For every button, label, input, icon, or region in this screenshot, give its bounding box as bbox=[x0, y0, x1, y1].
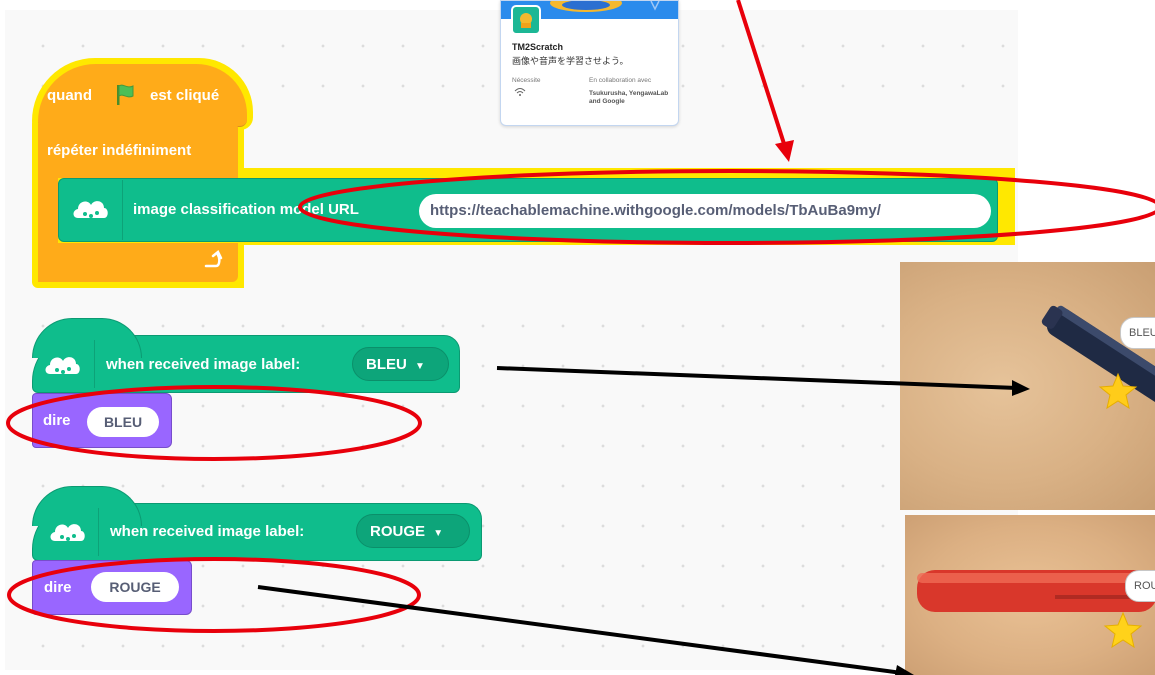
when-received-label-text-1: when received image label: bbox=[106, 356, 301, 373]
say-label-2: dire bbox=[44, 579, 72, 596]
say-input-bleu[interactable]: BLEU bbox=[87, 407, 159, 437]
hat-text-clicked: est cliqué bbox=[150, 87, 220, 104]
red-pen-image bbox=[917, 570, 1155, 649]
hat-text-when: quand bbox=[47, 87, 92, 104]
collaborators: Tsukurusha, YengawaLab and Google bbox=[589, 90, 669, 105]
label-dropdown-rouge[interactable]: ROUGE ▼ bbox=[356, 514, 470, 548]
speech-bubble-rouge: ROUGE bbox=[1125, 570, 1155, 602]
forever-label: répéter indéfiniment bbox=[47, 142, 192, 159]
dropdown-value-bleu: BLEU bbox=[366, 356, 407, 373]
label-dropdown-bleu[interactable]: BLEU ▼ bbox=[352, 347, 449, 381]
photo-blue-pen: BLEU bbox=[900, 262, 1155, 510]
classify-label: image classification model URL bbox=[133, 201, 359, 218]
dropdown-value-rouge: ROUGE bbox=[370, 523, 426, 540]
model-url-input[interactable]: https://teachablemachine.withgoogle.com/… bbox=[419, 194, 991, 228]
extension-card[interactable]: TM2Scratch 画像や音声を学習させよう。 Nécessite En co… bbox=[500, 0, 679, 126]
collaboration-label: En collaboration avec bbox=[589, 77, 652, 84]
blue-pen-image bbox=[1041, 305, 1155, 413]
chevron-down-icon: ▼ bbox=[433, 528, 444, 539]
requires-label: Nécessite bbox=[512, 77, 541, 84]
chevron-down-icon: ▼ bbox=[415, 361, 425, 372]
extension-thumbnail-icon bbox=[511, 5, 541, 35]
wifi-icon bbox=[514, 88, 526, 96]
forever-loop-bottom[interactable] bbox=[38, 243, 238, 282]
speech-bubble-bleu: BLEU bbox=[1120, 317, 1155, 349]
extension-subtitle: 画像や音声を学習させよう。 bbox=[512, 56, 629, 66]
say-input-rouge[interactable]: ROUGE bbox=[91, 572, 179, 602]
when-received-label-text-2: when received image label: bbox=[110, 523, 305, 540]
photo-red-pen: ROUGE bbox=[905, 515, 1155, 675]
extension-title: TM2Scratch bbox=[512, 42, 564, 52]
say-label-1: dire bbox=[43, 412, 71, 429]
